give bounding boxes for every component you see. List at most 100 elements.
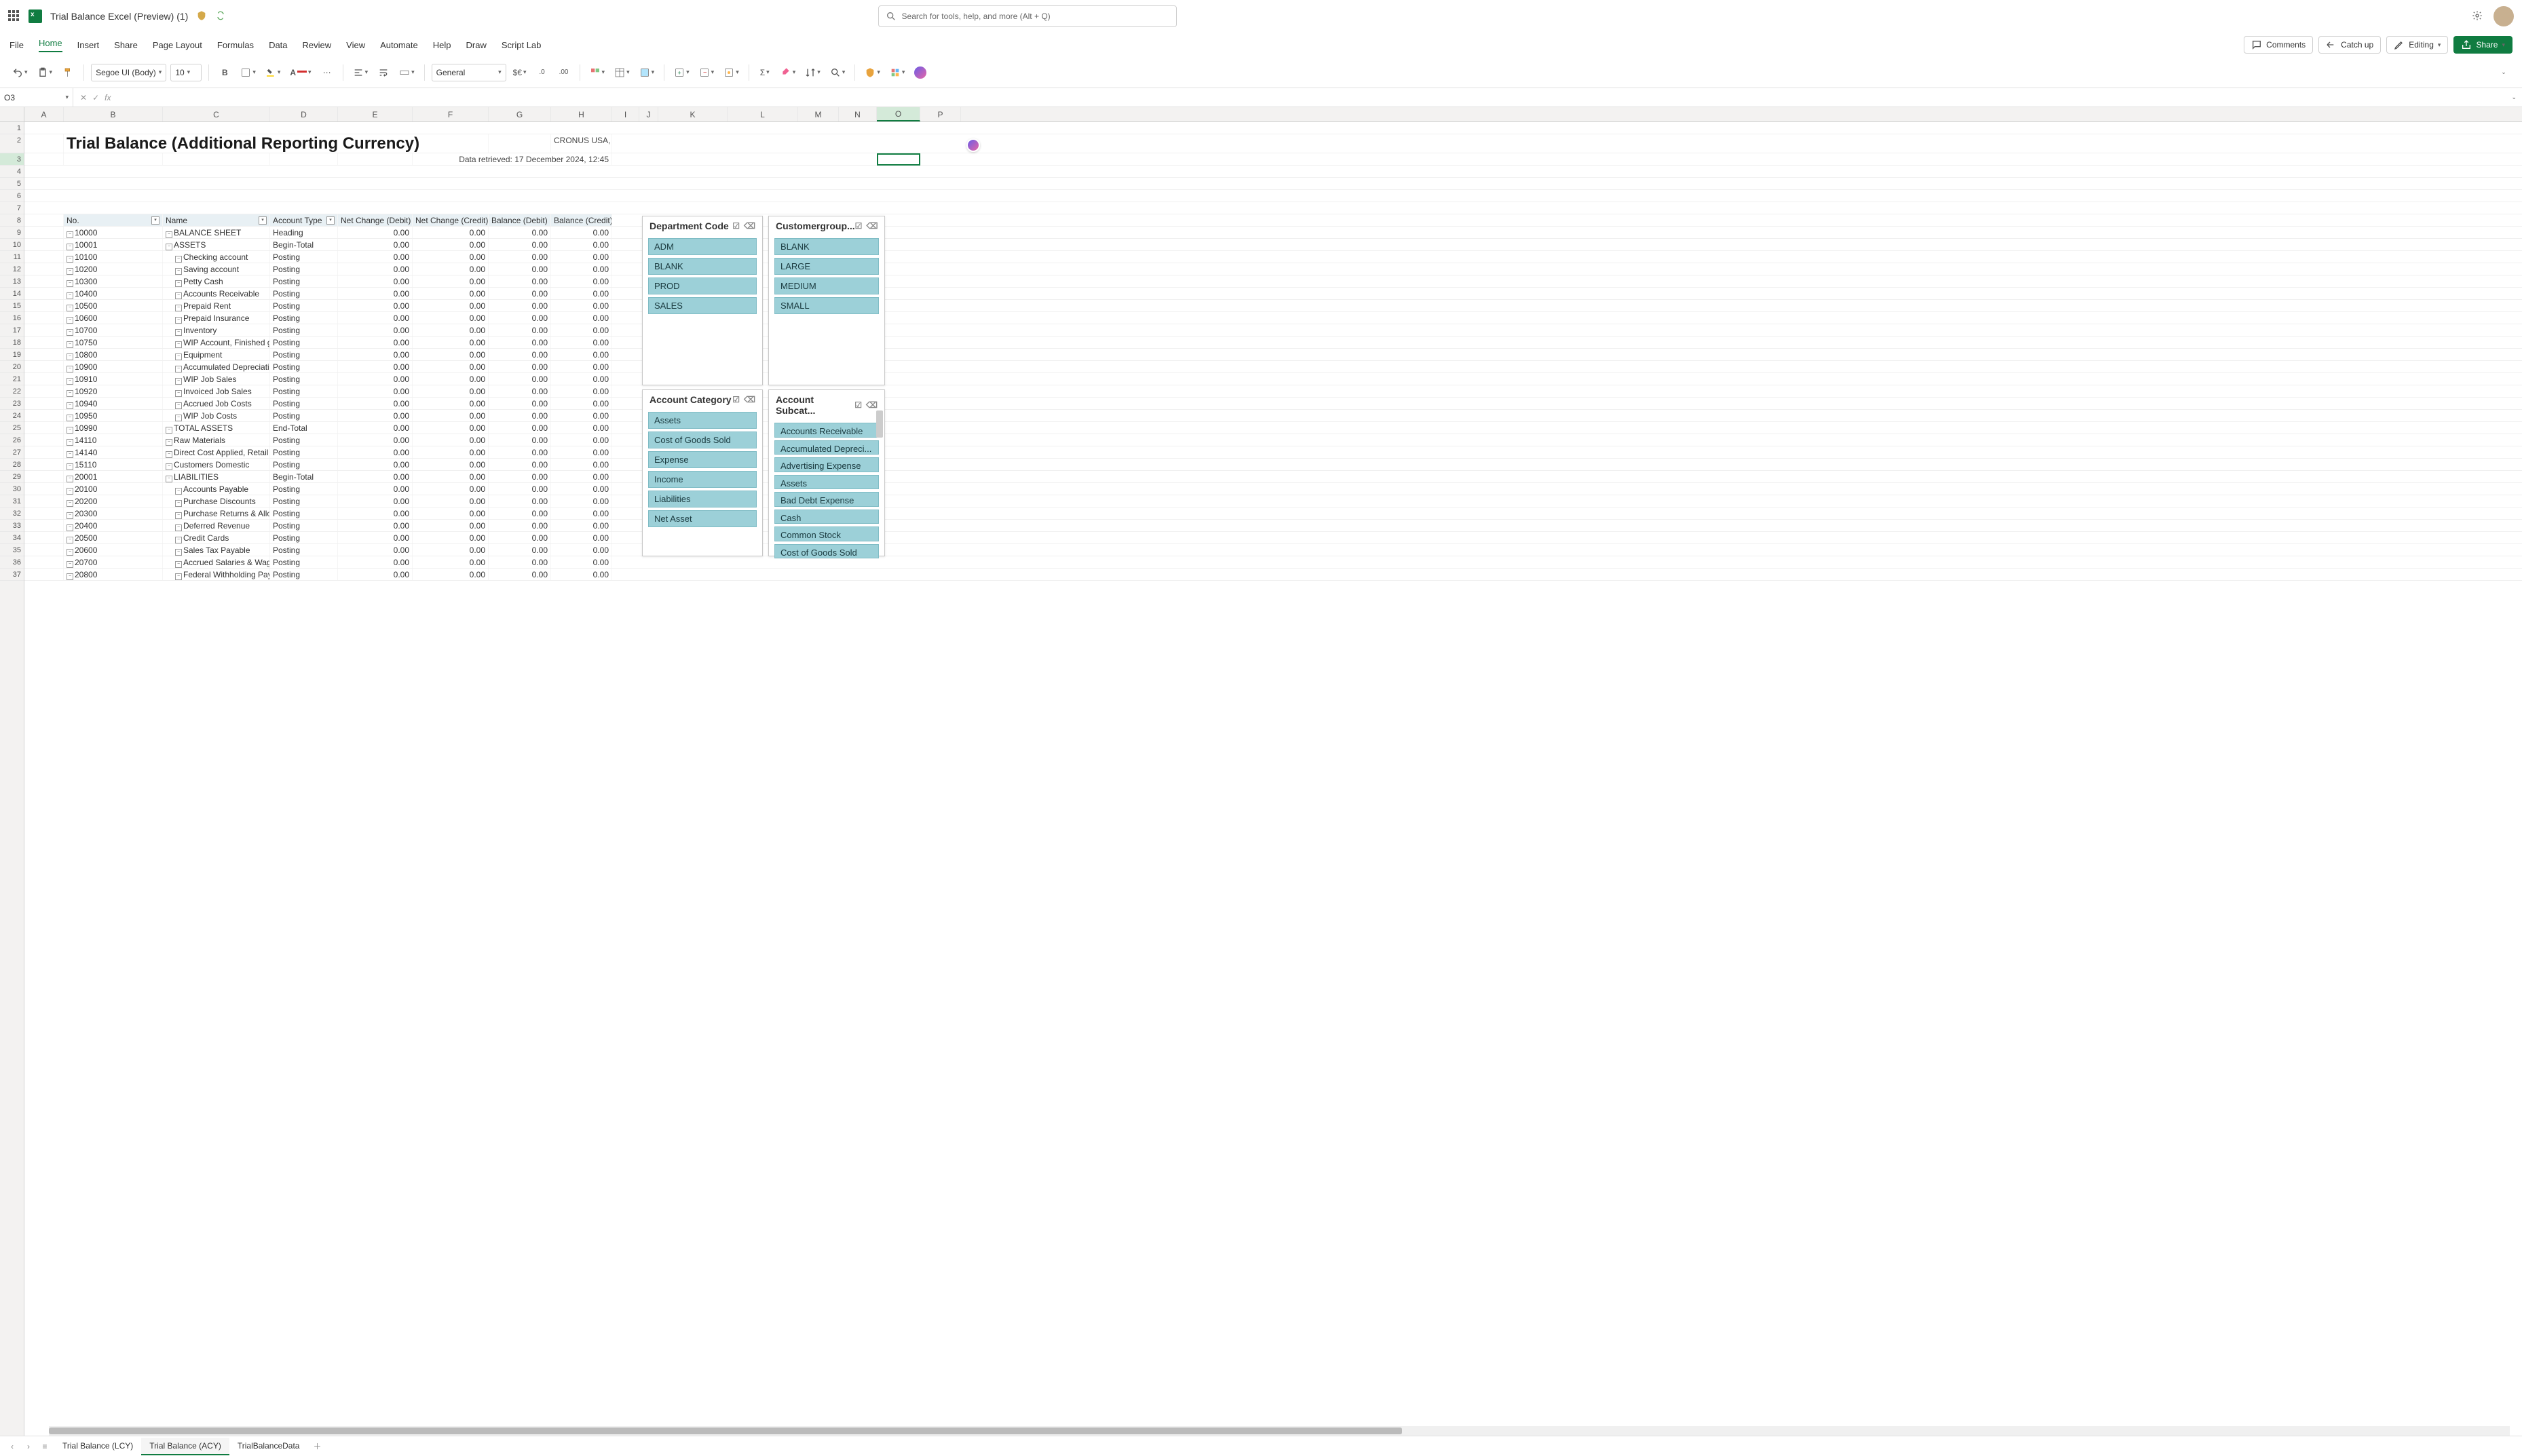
merge-button[interactable]: ▾ [396,63,417,82]
row-header-37[interactable]: 37 [0,569,24,581]
row-header-22[interactable]: 22 [0,385,24,398]
outline-toggle-icon[interactable]: − [166,451,172,458]
row-header-13[interactable]: 13 [0,275,24,288]
font-color-button[interactable]: A▾ [287,63,314,82]
ribbon-expand-button[interactable]: ⌄ [2495,63,2512,82]
menu-draw[interactable]: Draw [466,40,487,50]
outline-toggle-icon[interactable]: − [166,231,172,238]
table-header[interactable]: Balance (Debit) [489,214,551,226]
outline-toggle-icon[interactable]: − [67,451,73,458]
outline-toggle-icon[interactable]: − [67,549,73,556]
copilot-fab-icon[interactable] [966,138,980,152]
menu-help[interactable]: Help [433,40,451,50]
outline-toggle-icon[interactable]: − [67,427,73,434]
row-header-7[interactable]: 7 [0,202,24,214]
outline-toggle-icon[interactable]: − [175,353,182,360]
scrollbar-thumb[interactable] [876,410,883,438]
outline-toggle-icon[interactable]: − [67,256,73,263]
scrollbar-thumb[interactable] [49,1428,1402,1434]
outline-toggle-icon[interactable]: − [67,268,73,275]
format-table-button[interactable]: ▾ [611,63,633,82]
borders-button[interactable]: ▾ [238,63,259,82]
col-header-I[interactable]: I [612,107,639,121]
slicer[interactable]: Customergroup...☑⌫BLANKLARGEMEDIUMSMALL [768,216,885,385]
row-header-30[interactable]: 30 [0,483,24,495]
row-header-16[interactable]: 16 [0,312,24,324]
row-header-12[interactable]: 12 [0,263,24,275]
menu-page-layout[interactable]: Page Layout [153,40,202,50]
outline-toggle-icon[interactable]: − [175,573,182,580]
menu-automate[interactable]: Automate [380,40,418,50]
clear-filter-icon[interactable]: ⌫ [866,221,878,231]
menu-file[interactable]: File [10,40,24,50]
bold-button[interactable]: B [216,63,233,82]
row-header-21[interactable]: 21 [0,373,24,385]
name-box[interactable]: O3▾ [0,88,73,107]
undo-button[interactable]: ▾ [10,63,31,82]
fx-icon[interactable]: fx [105,93,111,102]
outline-toggle-icon[interactable]: − [67,439,73,446]
sheet-tab[interactable]: Trial Balance (ACY) [141,1438,229,1455]
outline-toggle-icon[interactable]: − [67,463,73,470]
currency-button[interactable]: $€▾ [510,63,529,82]
row-header-27[interactable]: 27 [0,446,24,459]
outline-toggle-icon[interactable]: − [67,341,73,348]
slicer-item[interactable]: Advertising Expense [774,457,879,472]
table-header[interactable]: Account Type▾ [270,214,338,226]
more-font-button[interactable]: ⋯ [318,63,336,82]
outline-toggle-icon[interactable]: − [175,268,182,275]
outline-toggle-icon[interactable]: − [166,244,172,250]
filter-arrow-icon[interactable]: ▾ [151,216,159,225]
outline-toggle-icon[interactable]: − [67,537,73,543]
editing-mode-button[interactable]: Editing▾ [2386,36,2448,54]
format-painter-button[interactable] [59,63,77,82]
row-header-3[interactable]: 3 [0,153,24,166]
slicer-item[interactable]: Common Stock [774,526,879,541]
row-header-6[interactable]: 6 [0,190,24,202]
outline-toggle-icon[interactable]: − [175,280,182,287]
slicer-item[interactable]: Accumulated Depreci... [774,440,879,455]
autosum-button[interactable]: Σ▾ [756,63,774,82]
enter-formula-icon[interactable]: ✓ [92,93,99,102]
outline-toggle-icon[interactable]: − [67,561,73,568]
outline-toggle-icon[interactable]: − [67,329,73,336]
slicer-item[interactable]: Cost of Goods Sold [774,544,879,559]
row-header-1[interactable]: 1 [0,122,24,134]
outline-toggle-icon[interactable]: − [175,549,182,556]
outline-toggle-icon[interactable]: − [175,512,182,519]
outline-toggle-icon[interactable]: − [67,292,73,299]
outline-toggle-icon[interactable]: − [175,561,182,568]
formula-expand-icon[interactable]: ⌄ [2506,94,2522,101]
menu-review[interactable]: Review [303,40,332,50]
sheet-tab[interactable]: TrialBalanceData [229,1438,308,1455]
clear-filter-icon[interactable]: ⌫ [744,395,755,404]
outline-toggle-icon[interactable]: − [175,402,182,409]
cell-styles-button[interactable]: ▾ [637,63,658,82]
row-header-35[interactable]: 35 [0,544,24,556]
slicer-scrollbar[interactable] [876,410,883,553]
outline-toggle-icon[interactable]: − [67,353,73,360]
outline-toggle-icon[interactable]: − [175,317,182,324]
filter-arrow-icon[interactable]: ▾ [259,216,267,225]
tab-prev-icon[interactable]: ‹ [5,1442,19,1451]
col-header-D[interactable]: D [270,107,338,121]
slicer-item[interactable]: Income [648,471,757,488]
outline-toggle-icon[interactable]: − [67,415,73,421]
slicer-item[interactable]: Assets [774,475,879,490]
slicer-item[interactable]: BLANK [774,238,879,255]
row-header-32[interactable]: 32 [0,507,24,520]
outline-toggle-icon[interactable]: − [175,390,182,397]
menu-data[interactable]: Data [269,40,287,50]
col-header-E[interactable]: E [338,107,413,121]
table-header[interactable]: Balance (Credit) [551,214,612,226]
sheet-tab[interactable]: Trial Balance (LCY) [54,1438,141,1455]
table-header[interactable]: Net Change (Credit) [413,214,489,226]
outline-toggle-icon[interactable]: − [166,476,172,482]
outline-toggle-icon[interactable]: − [175,488,182,495]
outline-toggle-icon[interactable]: − [175,537,182,543]
row-header-25[interactable]: 25 [0,422,24,434]
outline-toggle-icon[interactable]: − [175,524,182,531]
row-header-17[interactable]: 17 [0,324,24,337]
slicer-item[interactable]: Cash [774,510,879,524]
cancel-formula-icon[interactable]: ✕ [80,93,87,102]
